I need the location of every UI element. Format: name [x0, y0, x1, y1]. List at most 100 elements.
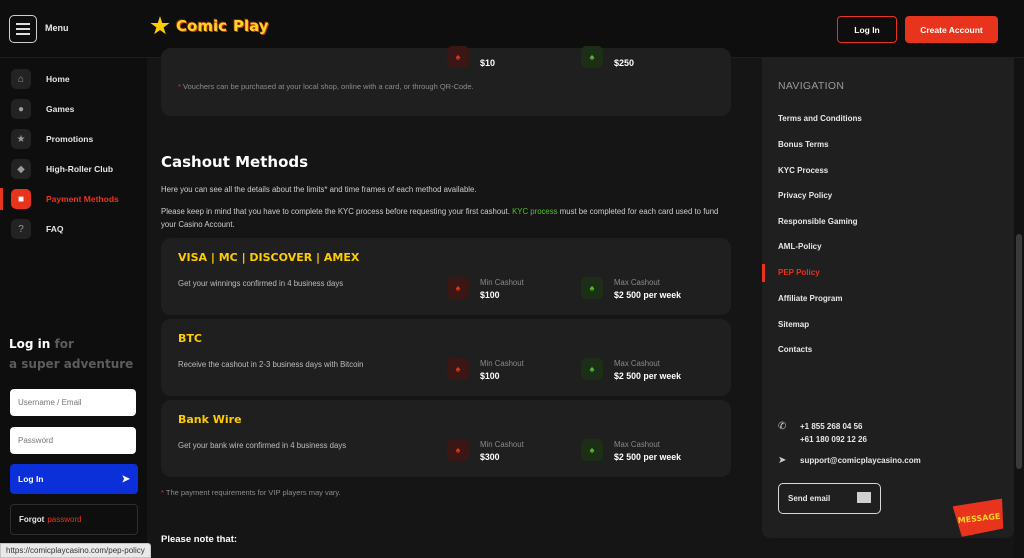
- nav-link-responsible-gaming[interactable]: Responsible Gaming: [778, 217, 858, 226]
- max-cashout-value: $2 500 per week: [614, 290, 682, 300]
- menu-label[interactable]: Menu: [45, 23, 69, 33]
- method-description: Receive the cashout in 2-3 business days…: [178, 360, 364, 369]
- min-cashout-value: $100: [480, 290, 500, 300]
- scrollbar-thumb[interactable]: [1016, 234, 1022, 469]
- forgot-password-link: password: [47, 515, 82, 524]
- min-cashout-label: Min Cashout: [480, 440, 524, 449]
- nav-link-sitemap[interactable]: Sitemap: [778, 320, 809, 329]
- kyc-process-link[interactable]: KYC process: [512, 207, 558, 216]
- sidebar-login-button[interactable]: Log In ➤: [10, 464, 138, 494]
- method-card-btc: BTC Receive the cashout in 2-3 business …: [161, 319, 731, 396]
- spade-icon: ♠: [581, 46, 603, 68]
- send-email-label: Send email: [788, 494, 831, 503]
- cashout-intro: Here you can see all the details about t…: [161, 185, 477, 194]
- method-name: VISA | MC | DISCOVER | AMEX: [178, 251, 360, 264]
- login-heading: Log in for a super adventure: [9, 334, 133, 374]
- sidebar: ⌂ Home ● Games ★ Promotions ◆ High-Rolle…: [0, 58, 147, 558]
- max-cashout-label: Max Cashout: [614, 359, 660, 368]
- envelope-icon: [857, 492, 871, 503]
- navigation-heading: NAVIGATION: [778, 80, 845, 92]
- phone-numbers[interactable]: +1 855 268 04 56 +61 180 092 12 26: [800, 420, 867, 446]
- min-cashout-label: Min Cashout: [480, 359, 524, 368]
- asterisk: *: [178, 82, 181, 91]
- kyc-paragraph: Please keep in mind that you have to com…: [161, 205, 731, 231]
- vip-footnote-text: The payment requirements for VIP players…: [165, 488, 341, 497]
- menu-button[interactable]: [9, 15, 37, 43]
- sidebar-item-label: Games: [46, 104, 75, 114]
- support-email[interactable]: support@comicplaycasino.com: [800, 454, 921, 467]
- kyc-text-before: Please keep in mind that you have to com…: [161, 207, 510, 216]
- login-tagline: a super adventure: [9, 357, 134, 371]
- phone-icon: ✆: [778, 421, 787, 432]
- forgot-password-button[interactable]: Forgot password: [10, 504, 138, 535]
- voucher-min-value: $10: [480, 58, 496, 68]
- max-cashout-label: Max Cashout: [614, 440, 660, 449]
- nav-link-privacy[interactable]: Privacy Policy: [778, 191, 832, 200]
- forgot-label: Forgot: [19, 515, 45, 524]
- nav-link-terms[interactable]: Terms and Conditions: [778, 114, 862, 123]
- login-for: for: [54, 337, 74, 351]
- hamburger-icon: [16, 23, 30, 25]
- method-name: BTC: [178, 332, 202, 345]
- nav-link-affiliate[interactable]: Affiliate Program: [778, 294, 842, 303]
- sidebar-login-label: Log In: [18, 474, 44, 484]
- min-cashout-value: $100: [480, 371, 500, 381]
- voucher-max-value: $250: [614, 58, 635, 68]
- voucher-card: ♠ $10 ♠ $250 * Vouchers can be purchased…: [161, 46, 731, 116]
- sidebar-item-home[interactable]: ⌂ Home: [0, 68, 147, 90]
- method-name: Bank Wire: [178, 413, 242, 426]
- main-content: ♠ $10 ♠ $250 * Vouchers can be purchased…: [147, 46, 747, 558]
- sidebar-item-label: Payment Methods: [46, 194, 119, 204]
- vip-footnote: * The payment requirements for VIP playe…: [161, 488, 341, 497]
- nav-link-contacts[interactable]: Contacts: [778, 345, 812, 354]
- home-icon: ⌂: [11, 69, 31, 89]
- min-cashout-label: Min Cashout: [480, 278, 524, 287]
- login-button[interactable]: Log In: [837, 16, 897, 43]
- sidebar-item-label: Promotions: [46, 134, 94, 144]
- hamburger-line: [16, 28, 30, 30]
- nav-link-bonus-terms[interactable]: Bonus Terms: [778, 140, 829, 149]
- sidebar-item-payment-methods[interactable]: ■ Payment Methods: [0, 188, 147, 210]
- phone-2: +61 180 092 12 26: [800, 435, 867, 444]
- cherries-icon: ●: [11, 99, 31, 119]
- create-account-button[interactable]: Create Account: [905, 16, 998, 43]
- sidebar-item-games[interactable]: ● Games: [0, 98, 147, 120]
- asterisk: *: [161, 488, 164, 497]
- nav-link-kyc[interactable]: KYC Process: [778, 166, 828, 175]
- spade-icon: ♠: [581, 277, 603, 299]
- wallet-icon: ■: [11, 189, 31, 209]
- status-url-bar: https://comicplaycasino.com/pep-policy: [0, 543, 151, 558]
- sidebar-item-promotions[interactable]: ★ Promotions: [0, 128, 147, 150]
- spade-icon: ♠: [447, 439, 469, 461]
- right-navigation-panel: NAVIGATION Terms and Conditions Bonus Te…: [762, 58, 1014, 538]
- logo-word-play: Play: [232, 17, 269, 35]
- spade-icon: ♠: [447, 358, 469, 380]
- voucher-note-text: Vouchers can be purchased at your local …: [183, 82, 474, 91]
- method-card-bank-wire: Bank Wire Get your bank wire confirmed i…: [161, 400, 731, 477]
- arrow-right-icon: ➤: [121, 473, 130, 485]
- sidebar-item-label: Home: [46, 74, 70, 84]
- spade-icon: ♠: [447, 46, 469, 68]
- nav-link-aml[interactable]: AML-Policy: [778, 242, 822, 251]
- send-email-button[interactable]: Send email: [778, 483, 881, 514]
- sidebar-item-label: High-Roller Club: [46, 164, 114, 174]
- method-card-visa: VISA | MC | DISCOVER | AMEX Get your win…: [161, 238, 731, 315]
- nav-link-pep[interactable]: PEP Policy: [778, 268, 820, 277]
- min-cashout-value: $300: [480, 452, 500, 462]
- please-note-heading: Please note that:: [161, 534, 238, 545]
- burst-icon: [150, 16, 170, 35]
- phone-1: +1 855 268 04 56: [800, 422, 863, 431]
- sidebar-item-faq[interactable]: ? FAQ: [0, 218, 147, 240]
- logo[interactable]: Comic Play: [150, 16, 269, 36]
- spade-icon: ♠: [581, 439, 603, 461]
- method-description: Get your winnings confirmed in 4 busines…: [178, 279, 344, 288]
- max-cashout-label: Max Cashout: [614, 278, 660, 287]
- logo-word-comic: Comic: [176, 17, 227, 35]
- login-title: Log in: [9, 337, 51, 351]
- username-input[interactable]: [10, 389, 136, 416]
- password-input[interactable]: [10, 427, 136, 454]
- question-icon: ?: [11, 219, 31, 239]
- spade-icon: ♠: [581, 358, 603, 380]
- section-title: Cashout Methods: [161, 153, 309, 171]
- sidebar-item-high-roller-club[interactable]: ◆ High-Roller Club: [0, 158, 147, 180]
